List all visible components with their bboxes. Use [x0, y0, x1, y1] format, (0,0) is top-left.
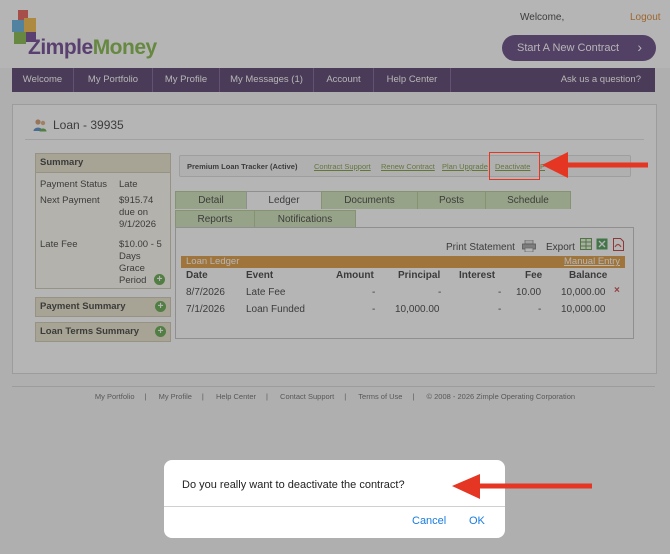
dialog-divider: [164, 506, 505, 507]
page-background: ZimpleMoney Welcome, Logout Start A New …: [0, 0, 670, 554]
ok-button[interactable]: OK: [469, 515, 485, 527]
deactivate-highlight-box: [489, 152, 540, 180]
cancel-button[interactable]: Cancel: [412, 515, 446, 527]
annotation-arrow-icon: [542, 152, 648, 178]
annotation-arrow-icon: [452, 474, 592, 499]
dialog-message: Do you really want to deactivate the con…: [182, 479, 405, 491]
